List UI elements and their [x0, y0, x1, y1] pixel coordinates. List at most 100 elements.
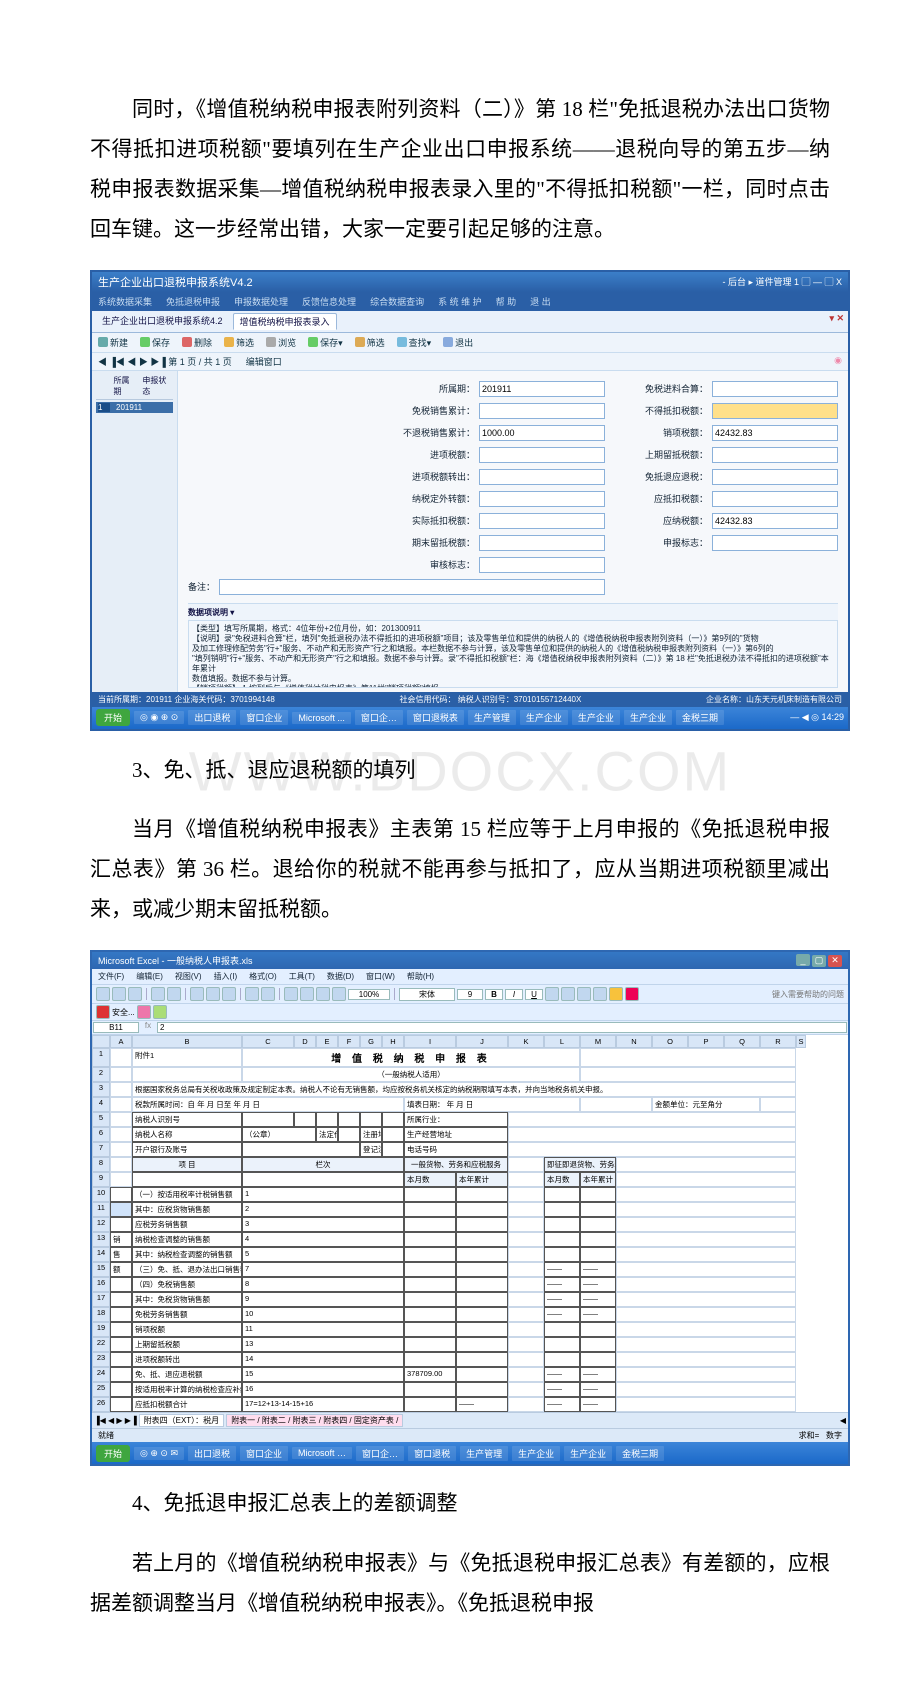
row-header[interactable]: 25	[92, 1382, 110, 1397]
field-input[interactable]	[712, 425, 838, 441]
cell[interactable]: 上期留抵税额	[132, 1337, 242, 1352]
cell[interactable]: 额	[110, 1262, 132, 1277]
cell[interactable]	[456, 1367, 508, 1382]
col-header[interactable]: Q	[724, 1035, 760, 1048]
cell[interactable]: 7	[242, 1262, 404, 1277]
column-headers[interactable]: ABCDEFGHIJKLMNOPQRS	[92, 1035, 848, 1048]
cell[interactable]	[404, 1337, 456, 1352]
field-input[interactable]	[479, 491, 605, 507]
cell[interactable]	[338, 1127, 360, 1142]
menu-item[interactable]: 免抵退税申报	[166, 295, 220, 308]
cell[interactable]	[508, 1157, 544, 1172]
cell[interactable]: ——	[544, 1367, 580, 1382]
row-header[interactable]: 23	[92, 1352, 110, 1367]
chart-icon[interactable]	[332, 987, 346, 1001]
cell[interactable]	[404, 1292, 456, 1307]
tb-new[interactable]: 新建	[98, 336, 128, 349]
fill-color-icon[interactable]	[609, 987, 623, 1001]
taskbar-item[interactable]: 出口退税	[188, 1446, 236, 1461]
field-input[interactable]	[479, 535, 605, 551]
cell[interactable]	[508, 1112, 796, 1127]
excel-menu-item[interactable]: 视图(V)	[175, 971, 202, 982]
cell[interactable]	[404, 1397, 456, 1412]
size-select[interactable]: 9	[457, 989, 483, 1000]
cell[interactable]	[544, 1217, 580, 1232]
tb-filter[interactable]: 筛选	[224, 336, 254, 349]
toolbar[interactable]: 新建 保存 删除 筛选 浏览 保存▾ 筛选 查找▾ 退出	[92, 333, 848, 353]
cell[interactable]	[110, 1292, 132, 1307]
cell[interactable]	[456, 1352, 508, 1367]
col-header[interactable]: J	[456, 1035, 508, 1048]
cell[interactable]	[110, 1382, 132, 1397]
cell[interactable]	[616, 1337, 796, 1352]
cell[interactable]: 纳税人识别号	[132, 1112, 242, 1127]
cell[interactable]: 17=12+13-14-15+16	[242, 1397, 404, 1412]
cell[interactable]	[508, 1367, 544, 1382]
cell[interactable]	[456, 1337, 508, 1352]
cell[interactable]: ——	[580, 1262, 616, 1277]
tb-exit[interactable]: 退出	[443, 336, 473, 349]
taskbar-item[interactable]: 生产企业	[572, 710, 620, 725]
taskbar-item[interactable]: 金税三期	[676, 710, 724, 725]
cell[interactable]	[580, 1337, 616, 1352]
cell[interactable]	[544, 1247, 580, 1262]
tb-browse[interactable]: 浏览	[266, 336, 296, 349]
excel-toolbar-2[interactable]: 安全...	[92, 1004, 848, 1021]
cell[interactable]	[580, 1202, 616, 1217]
cell[interactable]	[544, 1187, 580, 1202]
col-header[interactable]: S	[796, 1035, 806, 1048]
cell[interactable]: 所属行业：	[404, 1112, 508, 1127]
window-controls[interactable]: _▢✕	[794, 954, 842, 967]
cell[interactable]: ——	[456, 1397, 508, 1412]
cell[interactable]: 销	[110, 1232, 132, 1247]
cell[interactable]: 8	[242, 1277, 404, 1292]
tab-home[interactable]: 生产企业出口退税申报系统4.2	[96, 313, 229, 330]
cell[interactable]	[110, 1307, 132, 1322]
open-icon[interactable]	[112, 987, 126, 1001]
formula-bar[interactable]: B11 fx 2	[92, 1021, 848, 1035]
cell[interactable]: ——	[580, 1292, 616, 1307]
taskbar-item[interactable]: 生产企业	[564, 1446, 612, 1461]
menu-item[interactable]: 反馈信息处理	[302, 295, 356, 308]
cut-icon[interactable]	[190, 987, 204, 1001]
cell[interactable]	[404, 1322, 456, 1337]
excel-menu-item[interactable]: 编辑(E)	[136, 971, 163, 982]
cell[interactable]	[456, 1322, 508, 1337]
cell[interactable]: 纳税人名称	[132, 1127, 242, 1142]
cell[interactable]	[456, 1262, 508, 1277]
cell[interactable]	[580, 1322, 616, 1337]
document-tabs[interactable]: 生产企业出口退税申报系统4.2 增值税纳税申报表录入 ▾ ✕	[92, 311, 848, 333]
cell[interactable]: 9	[242, 1292, 404, 1307]
cell[interactable]	[508, 1322, 544, 1337]
row-header[interactable]: 8	[92, 1157, 110, 1172]
excel-menu-item[interactable]: 插入(I)	[214, 971, 238, 982]
cell[interactable]: ——	[544, 1397, 580, 1412]
cell[interactable]	[616, 1157, 796, 1172]
cell[interactable]: ——	[544, 1382, 580, 1397]
cell[interactable]: 电话号码	[404, 1142, 508, 1157]
menubar[interactable]: 系统数据采集 免抵退税申报 申报数据处理 反馈信息处理 综合数据查询 系 统 维…	[92, 292, 848, 311]
cell[interactable]	[508, 1307, 544, 1322]
cell[interactable]: 法定代表人姓名	[316, 1127, 338, 1142]
field-input[interactable]	[479, 447, 605, 463]
align-left-icon[interactable]	[545, 987, 559, 1001]
cell[interactable]: 免、抵、退应退税额	[132, 1367, 242, 1382]
cell[interactable]	[404, 1262, 456, 1277]
taskbar-item[interactable]: Microsoft …	[292, 1447, 352, 1459]
cell[interactable]	[404, 1217, 456, 1232]
cell[interactable]: 378709.00	[404, 1367, 456, 1382]
menu-item[interactable]: 申报数据处理	[234, 295, 288, 308]
help-search[interactable]: 键入需要帮助的问题	[772, 989, 844, 1000]
cell[interactable]	[110, 1352, 132, 1367]
row-header[interactable]: 22	[92, 1337, 110, 1352]
cell[interactable]	[110, 1048, 132, 1067]
cert-icon[interactable]	[153, 1005, 167, 1019]
taskbar-item[interactable]: 出口退税	[188, 710, 236, 725]
cell[interactable]: 14	[242, 1352, 404, 1367]
col-header[interactable]: B	[132, 1035, 242, 1048]
cell[interactable]: 根据国家税务总局有关税收政策及规定制定本表。纳税人不论有无销售额，均应按税务机关…	[132, 1082, 796, 1097]
row-header[interactable]: 6	[92, 1127, 110, 1142]
cell[interactable]	[508, 1397, 544, 1412]
grid-row[interactable]: 1 201911	[96, 402, 173, 413]
sheet-tab[interactable]: 附表四（EXT）：税月	[139, 1414, 225, 1427]
